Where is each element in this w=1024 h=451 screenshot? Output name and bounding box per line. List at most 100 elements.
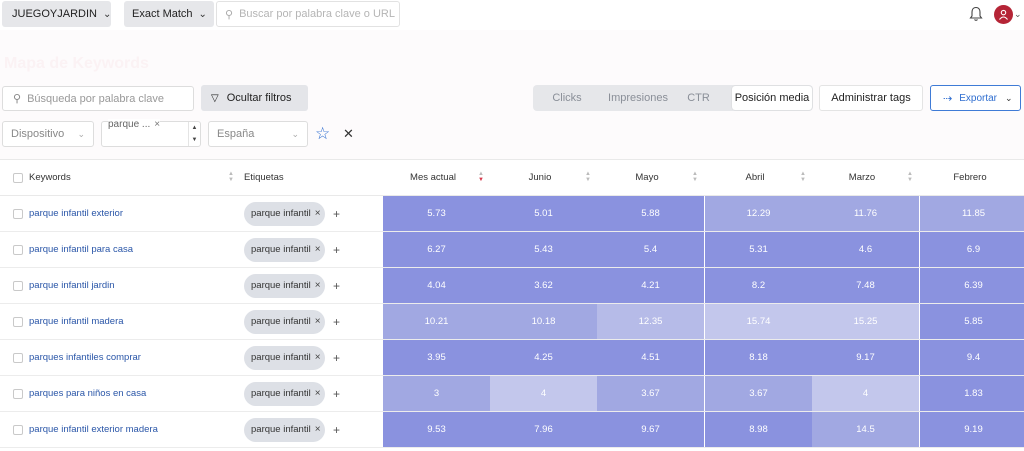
device-select[interactable]: Dispositivo ⌄ <box>2 121 94 147</box>
tag-chip-label: parque infantil <box>251 280 311 291</box>
keyword-link[interactable]: parque infantil exterior madera <box>29 412 158 448</box>
tag-chip: parque infantil × <box>244 310 325 334</box>
tag-filter-multiselect[interactable]: parque ... × ▲ ▼ <box>101 119 201 147</box>
sort-icon[interactable]: ▲ ▼ <box>800 171 806 183</box>
row-checkbox[interactable] <box>13 317 23 327</box>
position-cell: 11.85 <box>920 196 1024 231</box>
search-icon: ⚲ <box>13 93 22 105</box>
remove-tag-icon[interactable]: × <box>315 280 321 291</box>
sort-icon[interactable]: ▲ ▼ <box>907 171 913 183</box>
column-header-keywords[interactable]: Keywords <box>29 160 71 196</box>
column-header-marzo[interactable]: Marzo <box>812 160 912 196</box>
sort-icon[interactable]: ▲ ▼ <box>478 171 484 183</box>
site-selector-label: JUEGOYJARDIN <box>12 8 97 20</box>
column-header-tags[interactable]: Etiquetas <box>244 160 284 196</box>
global-search-input[interactable]: ⚲ Buscar por palabra clave o URL <box>216 1 400 27</box>
chevron-down-icon: ⌄ <box>77 129 85 139</box>
keyword-search-input[interactable]: ⚲ Búsqueda por palabra clave <box>2 86 194 111</box>
site-selector[interactable]: JUEGOYJARDIN ⌄ <box>2 1 111 27</box>
position-cell: 7.96 <box>490 412 597 447</box>
row-checkbox[interactable] <box>13 425 23 435</box>
position-cell: 5.31 <box>705 232 812 267</box>
remove-tag-icon[interactable]: × <box>315 208 321 219</box>
row-checkbox[interactable] <box>13 281 23 291</box>
chevron-down-icon: ⌄ <box>198 8 207 20</box>
tag-chip-label: parque infantil <box>251 208 311 219</box>
table-row: parques para niños en casa parque infanti… <box>0 376 1024 412</box>
keyword-link[interactable]: parque infantil jardin <box>29 268 115 304</box>
add-tag-icon[interactable]: + <box>333 376 340 412</box>
column-header-mes-actual[interactable]: Mes actual <box>383 160 483 196</box>
chevron-down-icon: ⌄ <box>102 8 112 20</box>
tag-chip: parque infantil × <box>244 418 325 442</box>
chevron-down-icon[interactable]: ⌄ <box>1014 9 1022 20</box>
add-tag-icon[interactable]: + <box>333 268 340 304</box>
keyword-search-placeholder: Búsqueda por palabra clave <box>27 92 165 105</box>
tab-clicks[interactable]: Clicks <box>533 85 601 111</box>
position-cell: 3.67 <box>705 376 812 411</box>
position-cell: 9.4 <box>920 340 1024 375</box>
keyword-link[interactable]: parque infantil exterior <box>29 196 123 232</box>
remove-tag-icon[interactable]: × <box>154 119 160 130</box>
position-cell: 9.67 <box>597 412 704 447</box>
keyword-link[interactable]: parque infantil madera <box>29 304 124 340</box>
tag-chip-label: parque infantil <box>251 388 311 399</box>
select-all-checkbox[interactable] <box>13 173 23 183</box>
add-tag-icon[interactable]: + <box>333 232 340 268</box>
table-row: parque infantil exterior parque infantil ×… <box>0 196 1024 232</box>
add-tag-icon[interactable]: + <box>333 340 340 376</box>
star-icon[interactable]: ☆ <box>315 124 330 144</box>
search-icon: ⚲ <box>225 8 234 21</box>
position-cell: 6.27 <box>383 232 490 267</box>
column-header-abril[interactable]: Abril <box>705 160 805 196</box>
add-tag-icon[interactable]: + <box>333 304 340 340</box>
remove-tag-icon[interactable]: × <box>315 388 321 399</box>
position-cell: 14.5 <box>812 412 919 447</box>
export-button[interactable]: ⇢ Exportar ⌄ <box>930 85 1021 111</box>
row-checkbox[interactable] <box>13 209 23 219</box>
avatar[interactable] <box>994 5 1013 24</box>
row-checkbox[interactable] <box>13 353 23 363</box>
hide-filters-button[interactable]: ▽ Ocultar filtros <box>201 85 308 111</box>
tab-posicion-media[interactable]: Posición media <box>732 86 812 110</box>
tab-impresiones[interactable]: Impresiones <box>599 85 677 111</box>
country-select[interactable]: España ⌄ <box>208 121 308 147</box>
tag-chip: parque infantil × <box>244 274 325 298</box>
tag-chip-label: parque infantil <box>251 352 311 363</box>
tab-ctr[interactable]: CTR <box>675 85 722 111</box>
stepper-icon[interactable]: ▲ ▼ <box>188 122 200 146</box>
add-tag-icon[interactable]: + <box>333 412 340 448</box>
match-type-selector[interactable]: Exact Match ⌄ <box>124 1 214 27</box>
table-row: parque infantil para casa parque infantil… <box>0 232 1024 268</box>
keyword-link[interactable]: parques infantiles comprar <box>29 340 141 376</box>
row-checkbox[interactable] <box>13 245 23 255</box>
remove-tag-icon[interactable]: × <box>315 424 321 435</box>
device-select-placeholder: Dispositivo <box>11 128 65 140</box>
bell-icon[interactable] <box>969 6 983 22</box>
close-icon[interactable]: ✕ <box>343 125 354 143</box>
position-cell: 3 <box>383 376 490 411</box>
add-tag-icon[interactable]: + <box>333 196 340 232</box>
chevron-down-icon: ⌄ <box>291 129 299 139</box>
position-cell: 4 <box>490 376 597 411</box>
column-header-mayo[interactable]: Mayo <box>597 160 697 196</box>
tag-chip-label: parque infantil <box>251 244 311 255</box>
position-cell: 6.39 <box>920 268 1024 303</box>
manage-tags-button[interactable]: Administrar tags <box>819 85 923 111</box>
table-row: parque infantil madera parque infantil × +1… <box>0 304 1024 340</box>
sort-icon[interactable]: ▲ ▼ <box>585 171 591 183</box>
keyword-link[interactable]: parques para niños en casa <box>29 376 146 412</box>
column-header-junio[interactable]: Junio <box>490 160 590 196</box>
column-header-febrero[interactable]: Febrero <box>920 160 1020 196</box>
table-header: Keywords ▲ ▼ Etiquetas Mes actual ▲ ▼ Juni… <box>0 159 1024 196</box>
sort-icon[interactable]: ▲ ▼ <box>692 171 698 183</box>
position-cell: 4 <box>812 376 919 411</box>
row-checkbox[interactable] <box>13 389 23 399</box>
position-cell: 9.19 <box>920 412 1024 447</box>
position-cell: 12.29 <box>705 196 812 231</box>
remove-tag-icon[interactable]: × <box>315 316 321 327</box>
remove-tag-icon[interactable]: × <box>315 244 321 255</box>
keyword-link[interactable]: parque infantil para casa <box>29 232 133 268</box>
sort-icon[interactable]: ▲ ▼ <box>228 171 234 183</box>
remove-tag-icon[interactable]: × <box>315 352 321 363</box>
